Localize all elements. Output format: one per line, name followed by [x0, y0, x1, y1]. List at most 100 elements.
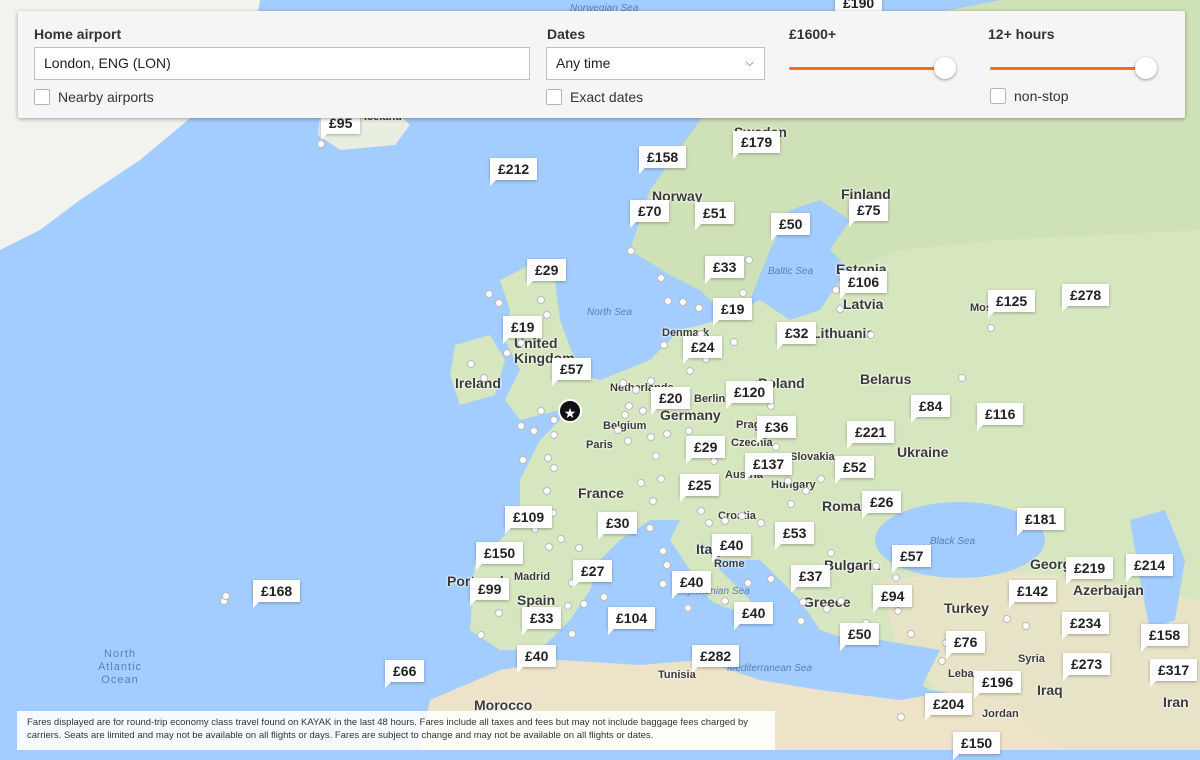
- price-label[interactable]: £70: [630, 200, 670, 228]
- price-label[interactable]: £104: [608, 607, 656, 635]
- destination-dot[interactable]: [619, 379, 627, 387]
- destination-dot[interactable]: [938, 657, 946, 665]
- price-label[interactable]: £212: [490, 158, 538, 186]
- destination-dot[interactable]: [614, 426, 622, 434]
- destination-dot[interactable]: [575, 544, 583, 552]
- price-label[interactable]: £99: [470, 578, 510, 606]
- destination-dot[interactable]: [649, 497, 657, 505]
- price-label[interactable]: £19: [503, 316, 543, 344]
- price-label[interactable]: £150: [953, 732, 1001, 760]
- price-label[interactable]: £37: [791, 565, 831, 593]
- destination-dot[interactable]: [530, 427, 538, 435]
- destination-dot[interactable]: [517, 422, 525, 430]
- destination-dot[interactable]: [543, 311, 551, 319]
- destination-dot[interactable]: [222, 592, 230, 600]
- duration-slider-thumb[interactable]: [1135, 57, 1157, 79]
- destination-dot[interactable]: [797, 617, 805, 625]
- destination-dot[interactable]: [730, 338, 738, 346]
- price-label[interactable]: £125: [988, 290, 1036, 318]
- price-label[interactable]: £40: [672, 571, 712, 599]
- destination-dot[interactable]: [685, 427, 693, 435]
- destination-dot[interactable]: [686, 367, 694, 375]
- destination-dot[interactable]: [550, 416, 558, 424]
- destination-dot[interactable]: [564, 602, 572, 610]
- price-label[interactable]: £40: [712, 534, 752, 562]
- price-label[interactable]: £19: [713, 298, 753, 326]
- price-label[interactable]: £24: [683, 336, 723, 364]
- price-label[interactable]: £29: [686, 436, 726, 464]
- destination-dot[interactable]: [710, 457, 718, 465]
- price-label[interactable]: £278: [1062, 284, 1110, 312]
- price-label[interactable]: £53: [775, 522, 815, 550]
- destination-dot[interactable]: [537, 407, 545, 415]
- destination-dot[interactable]: [517, 339, 525, 347]
- price-label[interactable]: £76: [946, 631, 986, 659]
- destination-dot[interactable]: [827, 549, 835, 557]
- destination-dot[interactable]: [659, 547, 667, 555]
- price-label[interactable]: £142: [1009, 580, 1057, 608]
- price-label[interactable]: £29: [527, 259, 567, 287]
- destination-dot[interactable]: [817, 475, 825, 483]
- nearby-airports-checkbox[interactable]: Nearby airports: [34, 89, 154, 105]
- dates-select[interactable]: Any time ⌵: [546, 47, 765, 80]
- destination-dot[interactable]: [657, 475, 665, 483]
- price-label[interactable]: £158: [639, 146, 687, 174]
- price-label[interactable]: £94: [873, 585, 913, 613]
- destination-dot[interactable]: [802, 487, 810, 495]
- price-label[interactable]: £158: [1141, 624, 1189, 652]
- destination-dot[interactable]: [659, 580, 667, 588]
- price-slider[interactable]: [789, 57, 957, 81]
- exact-dates-box[interactable]: [546, 89, 562, 105]
- destination-dot[interactable]: [744, 579, 752, 587]
- destination-dot[interactable]: [767, 402, 775, 410]
- destination-dot[interactable]: [495, 299, 503, 307]
- price-label[interactable]: £179: [733, 131, 781, 159]
- destination-dot[interactable]: [1022, 622, 1030, 630]
- price-label[interactable]: £75: [849, 199, 889, 227]
- price-label[interactable]: £50: [771, 213, 811, 241]
- destination-dot[interactable]: [627, 247, 635, 255]
- price-label[interactable]: £120: [726, 381, 774, 409]
- destination-dot[interactable]: [568, 630, 576, 638]
- price-label[interactable]: £33: [705, 256, 745, 284]
- destination-dot[interactable]: [545, 543, 553, 551]
- destination-dot[interactable]: [550, 431, 558, 439]
- price-label[interactable]: £57: [892, 545, 932, 573]
- home-star-icon[interactable]: ★: [558, 399, 582, 423]
- destination-dot[interactable]: [837, 597, 845, 605]
- destination-dot[interactable]: [958, 374, 966, 382]
- price-slider-thumb[interactable]: [934, 57, 956, 79]
- destination-dot[interactable]: [639, 407, 647, 415]
- destination-dot[interactable]: [745, 256, 753, 264]
- destination-dot[interactable]: [799, 598, 807, 606]
- destination-dot[interactable]: [663, 430, 671, 438]
- price-label[interactable]: £40: [517, 645, 557, 673]
- destination-dot[interactable]: [721, 517, 729, 525]
- destination-dot[interactable]: [721, 597, 729, 605]
- duration-slider[interactable]: [990, 57, 1158, 81]
- destination-dot[interactable]: [660, 341, 668, 349]
- destination-dot[interactable]: [872, 562, 880, 570]
- destination-dot[interactable]: [823, 605, 831, 613]
- destination-dot[interactable]: [894, 607, 902, 615]
- destination-dot[interactable]: [647, 433, 655, 441]
- destination-dot[interactable]: [625, 402, 633, 410]
- price-label[interactable]: £181: [1017, 508, 1065, 536]
- destination-dot[interactable]: [317, 140, 325, 148]
- price-label[interactable]: £51: [695, 202, 735, 230]
- nonstop-checkbox[interactable]: non-stop: [990, 88, 1068, 104]
- destination-dot[interactable]: [684, 604, 692, 612]
- price-label[interactable]: £214: [1126, 554, 1174, 582]
- destination-dot[interactable]: [784, 477, 792, 485]
- destination-dot[interactable]: [867, 331, 875, 339]
- price-label[interactable]: £221: [847, 421, 895, 449]
- destination-dot[interactable]: [624, 437, 632, 445]
- destination-dot[interactable]: [907, 630, 915, 638]
- destination-dot[interactable]: [519, 456, 527, 464]
- price-label[interactable]: £50: [840, 623, 880, 651]
- price-label[interactable]: £219: [1066, 557, 1114, 585]
- destination-dot[interactable]: [664, 297, 672, 305]
- price-label[interactable]: £196: [974, 671, 1022, 699]
- destination-dot[interactable]: [537, 296, 545, 304]
- destination-dot[interactable]: [544, 454, 552, 462]
